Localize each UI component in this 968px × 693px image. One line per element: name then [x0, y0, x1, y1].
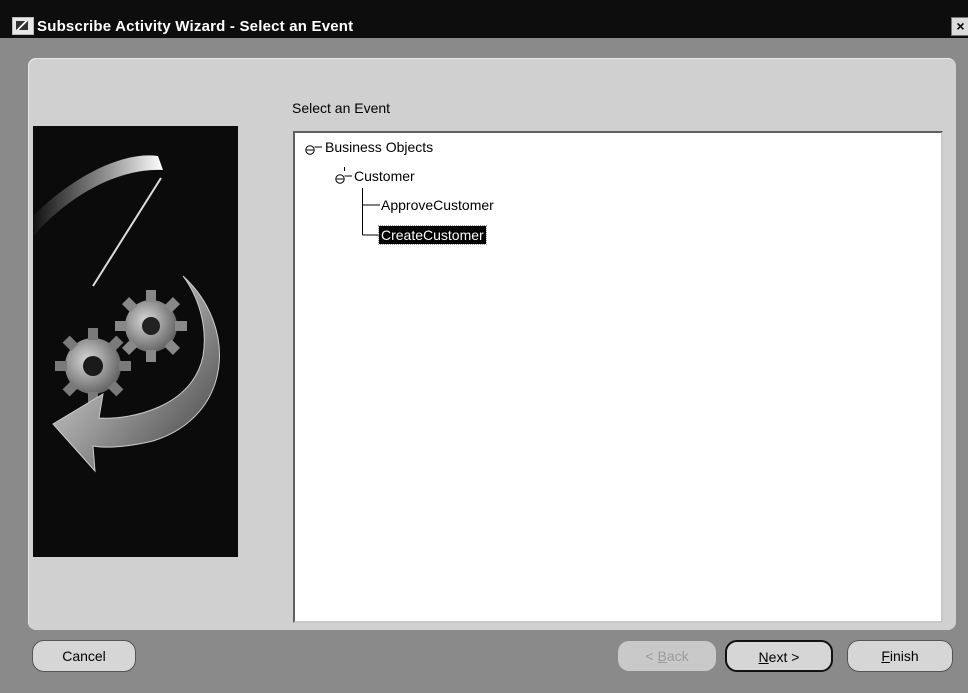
- event-tree[interactable]: Business Objects Customer ApproveCustome…: [293, 131, 943, 623]
- cancel-label: Cancel: [62, 648, 106, 664]
- back-icon: <: [645, 648, 658, 664]
- wizard-illustration: [33, 126, 238, 557]
- close-icon: ×: [956, 18, 965, 34]
- finish-button[interactable]: Finish: [847, 640, 953, 672]
- finish-label: inish: [889, 648, 919, 664]
- tree-node-approve-customer[interactable]: ApproveCustomer: [381, 197, 494, 213]
- collapse-toggle-customer[interactable]: [335, 171, 345, 184]
- next-label: ext: [768, 649, 788, 665]
- collapse-toggle-business-objects[interactable]: [305, 142, 315, 155]
- cancel-button[interactable]: Cancel: [32, 640, 136, 672]
- back-label: ack: [666, 648, 689, 664]
- tree-node-business-objects[interactable]: Business Objects: [325, 139, 433, 155]
- title-bar[interactable]: Subscribe Activity Wizard - Select an Ev…: [0, 0, 968, 38]
- next-mnemonic: N: [758, 649, 769, 665]
- wizard-app-icon: [12, 17, 34, 35]
- tree-node-create-customer[interactable]: CreateCustomer: [378, 225, 487, 245]
- next-icon: >: [787, 649, 800, 665]
- back-button[interactable]: < Back: [617, 640, 717, 672]
- next-button[interactable]: Next >: [725, 640, 833, 672]
- window-title: Subscribe Activity Wizard - Select an Ev…: [37, 18, 354, 35]
- section-title: Select an Event: [292, 100, 391, 116]
- gears-arrow-icon: [33, 155, 220, 473]
- close-button[interactable]: ×: [951, 17, 968, 36]
- finish-mnemonic: F: [881, 648, 890, 664]
- tree-node-customer[interactable]: Customer: [354, 168, 415, 184]
- collapse-icon: [335, 174, 345, 184]
- collapse-icon: [305, 145, 315, 155]
- wizard-window: Subscribe Activity Wizard - Select an Ev…: [0, 0, 968, 693]
- wizard-panel: Select an Event Business Objects Custome…: [28, 58, 956, 630]
- back-mnemonic: B: [657, 648, 667, 664]
